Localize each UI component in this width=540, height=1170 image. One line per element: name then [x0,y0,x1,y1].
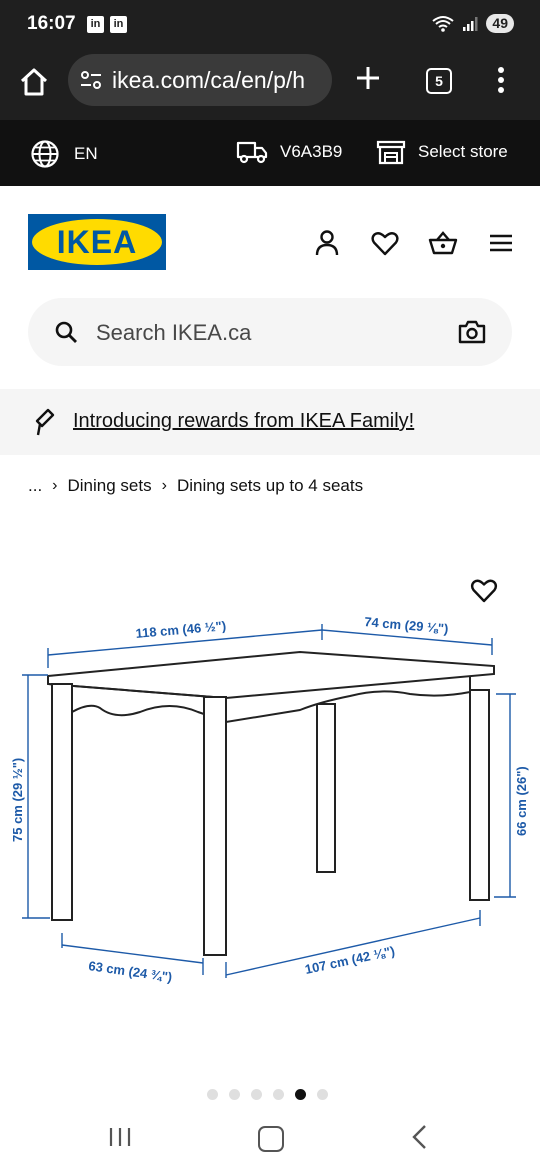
header-actions [312,228,516,258]
url-text[interactable]: ikea.com/ca/en/p/h [112,67,305,94]
status-icons: 49 [432,14,514,33]
home-icon[interactable] [18,66,50,98]
browser-toolbar: ikea.com/ca/en/p/h 5 [0,48,540,120]
recent-apps-icon[interactable] [108,1126,132,1148]
language-selector[interactable]: EN [30,139,98,169]
search-input[interactable] [94,314,438,352]
home-button-icon[interactable] [258,1126,284,1152]
logo-text: IKEA [57,224,137,260]
postal-code-label: V6A3B9 [280,142,343,161]
dimension-label-height-total: 75 cm (29 ½") [10,758,25,842]
carousel-dot[interactable] [273,1089,284,1100]
camera-search-icon[interactable] [458,320,486,344]
search-icon [55,321,77,343]
carousel-dot[interactable] [295,1089,306,1100]
linkedin-icon: in [87,16,104,33]
new-tab-icon[interactable] [352,62,384,94]
dimension-label-top-width: 74 cm (29 ⅛") [364,614,449,636]
link-tag-icon [35,408,55,436]
table-drawing [47,650,495,956]
search-bar[interactable] [28,298,512,366]
chevron-right-icon: › [161,477,167,494]
back-icon[interactable] [410,1124,430,1150]
select-store-label: Select store [418,142,508,161]
postal-code-button[interactable]: V6A3B9 [236,139,342,165]
menu-icon[interactable] [486,228,516,258]
more-options-icon[interactable] [496,66,506,94]
dimension-label-bottom-length: 107 cm (42 ⅛") [304,943,397,977]
chevron-right-icon: › [52,477,58,494]
language-label: EN [74,144,98,163]
dimension-label-top-length: 118 cm (46 ½") [135,618,227,641]
promo-link[interactable]: Introducing rewards from IKEA Family! [73,410,414,433]
site-settings-icon[interactable] [80,70,102,90]
linkedin-icon: in [110,16,127,33]
carousel-dot[interactable] [251,1089,262,1100]
breadcrumb-item-dining-sets[interactable]: Dining sets [68,476,152,496]
carousel-dot[interactable] [207,1089,218,1100]
address-bar[interactable]: ikea.com/ca/en/p/h [68,54,332,106]
dimension-label-bottom-width: 63 cm (24 ¾") [88,958,173,985]
carousel-dot[interactable] [317,1089,328,1100]
heart-icon[interactable] [370,228,400,258]
promo-banner[interactable]: Introducing rewards from IKEA Family! [0,389,540,455]
ikea-utility-bar: EN V6A3B9 Select store [0,120,540,186]
breadcrumb-item-dining-sets-4-seats[interactable]: Dining sets up to 4 seats [177,476,363,496]
breadcrumb: ... › Dining sets › Dining sets up to 4 … [28,476,363,496]
system-nav-bar [0,1110,540,1170]
ikea-logo[interactable]: IKEA [28,214,166,270]
basket-icon[interactable] [428,228,458,258]
breadcrumb-ellipsis[interactable]: ... [28,476,42,496]
store-icon [376,140,406,165]
carousel-dot[interactable] [229,1089,240,1100]
dimension-label-height-under: 66 cm (26") [514,766,529,836]
status-bar: 16:07 in in 49 [0,0,540,48]
user-icon[interactable] [312,228,342,258]
tab-switcher-button[interactable]: 5 [426,68,452,94]
wifi-icon [432,15,455,32]
image-carousel-indicator [207,1089,328,1100]
globe-icon [31,140,59,168]
signal-icon [463,16,478,31]
battery-indicator: 49 [486,14,514,33]
select-store-button[interactable]: Select store [376,139,508,165]
status-time: 16:07 [27,13,76,34]
site-header: IKEA [0,186,540,290]
product-dimension-image: 118 cm (46 ½") 74 cm (29 ⅛") 75 cm (29 ½… [10,614,529,985]
truck-icon [236,141,268,164]
